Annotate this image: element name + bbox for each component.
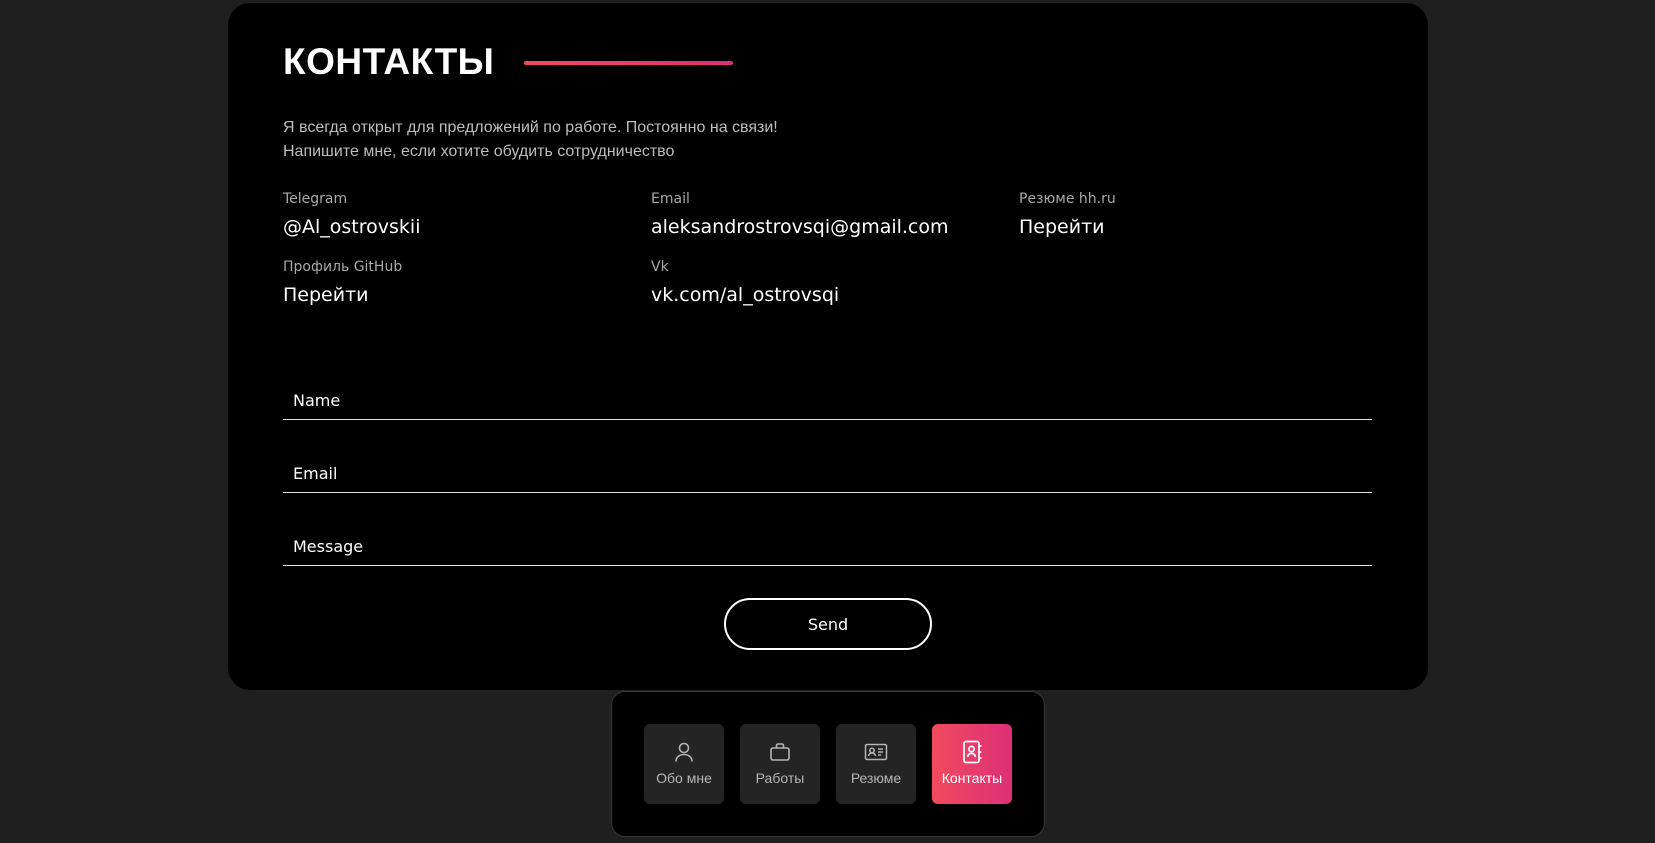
contact-github: Профиль GitHub Перейти (283, 258, 402, 308)
intro-text: Я всегда открыт для предложений по работ… (283, 116, 778, 164)
contact-label: Vk (651, 259, 669, 275)
nav-label: Обо мне (656, 770, 712, 786)
intro-line-2: Напишите мне, если хотите обудить сотруд… (283, 143, 675, 160)
message-field[interactable]: Message (283, 524, 1372, 566)
github-link[interactable]: Перейти (283, 282, 369, 308)
page-title: КОНТАКТЫ (283, 41, 495, 82)
contact-label: Telegram (283, 191, 348, 207)
nav-item-resume[interactable]: Резюме (836, 724, 916, 804)
bottom-nav: Обо мне Работы Резюме Контакты (611, 691, 1045, 837)
id-card-icon (864, 740, 888, 764)
briefcase-icon (768, 740, 792, 764)
nav-label: Резюме (850, 770, 902, 786)
email-link[interactable]: aleksandrostrovsqi@gmail.com (651, 214, 949, 240)
email-field[interactable]: Email (283, 451, 1372, 493)
contact-label: Профиль GitHub (283, 259, 403, 275)
intro-line-1: Я всегда открыт для предложений по работ… (283, 119, 778, 136)
email-placeholder: Email (293, 464, 338, 483)
nav-item-works[interactable]: Работы (740, 724, 820, 804)
contact-telegram: Telegram @Al_ostrovskii (283, 190, 420, 240)
contact-email: Email aleksandrostrovsqi@gmail.com (651, 190, 949, 240)
nav-item-about[interactable]: Обо мне (644, 724, 724, 804)
nav-label: Работы (755, 770, 805, 786)
vk-link[interactable]: vk.com/al_ostrovsqi (651, 282, 839, 308)
nav-label: Контакты (941, 770, 1003, 786)
contact-vk: Vk vk.com/al_ostrovsqi (651, 258, 839, 308)
send-button[interactable]: Send (724, 598, 932, 650)
contact-hh-resume: Резюме hh.ru Перейти (1019, 190, 1116, 240)
title-accent-line (524, 61, 733, 65)
contact-label: Резюме hh.ru (1019, 191, 1116, 207)
contact-label: Email (651, 191, 690, 207)
telegram-link[interactable]: @Al_ostrovskii (283, 214, 420, 240)
name-field[interactable]: Name (283, 378, 1372, 420)
name-placeholder: Name (293, 391, 341, 410)
hh-resume-link[interactable]: Перейти (1019, 214, 1105, 240)
contacts-card: КОНТАКТЫ Я всегда открыт для предложений… (228, 3, 1428, 690)
user-icon (672, 740, 696, 764)
contacts-book-icon (960, 740, 984, 764)
nav-item-contacts[interactable]: Контакты (932, 724, 1012, 804)
message-placeholder: Message (293, 537, 364, 556)
